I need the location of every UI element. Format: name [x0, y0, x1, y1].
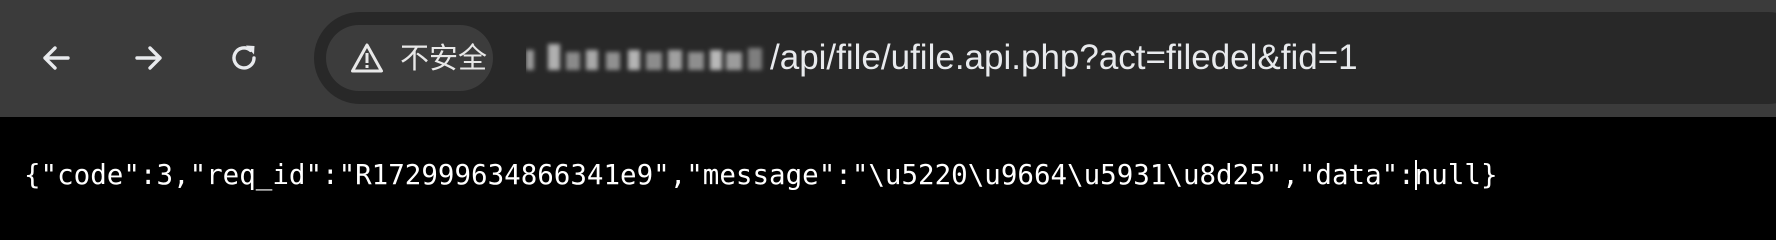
- arrow-right-icon: [135, 46, 162, 70]
- browser-toolbar: 不安全 /api/file/ufile.api.php?act=filedel&…: [0, 0, 1776, 117]
- page-content: {"code":3,"req_id":"R172999634866341e9",…: [0, 117, 1776, 231]
- json-response-part: null}: [1414, 159, 1498, 191]
- url-path: /api/file/ufile.api.php?act=filedel&fid=…: [770, 38, 1358, 77]
- security-indicator-button[interactable]: 不安全: [326, 25, 493, 91]
- warning-triangle-icon: [351, 43, 383, 73]
- reload-icon: [232, 45, 256, 70]
- forward-button[interactable]: [122, 31, 176, 85]
- security-label: 不安全: [400, 41, 488, 75]
- reload-button[interactable]: [217, 31, 271, 85]
- url-host-redacted: [526, 44, 762, 70]
- json-response[interactable]: {"code":3,"req_id":"R172999634866341e9",…: [24, 157, 1498, 193]
- json-response-part: {"code":3,"req_id":"R172999634866341e9",…: [24, 159, 1415, 191]
- address-bar[interactable]: 不安全 /api/file/ufile.api.php?act=filedel&…: [314, 12, 1776, 104]
- back-button[interactable]: [29, 31, 83, 85]
- arrow-left-icon: [43, 46, 70, 70]
